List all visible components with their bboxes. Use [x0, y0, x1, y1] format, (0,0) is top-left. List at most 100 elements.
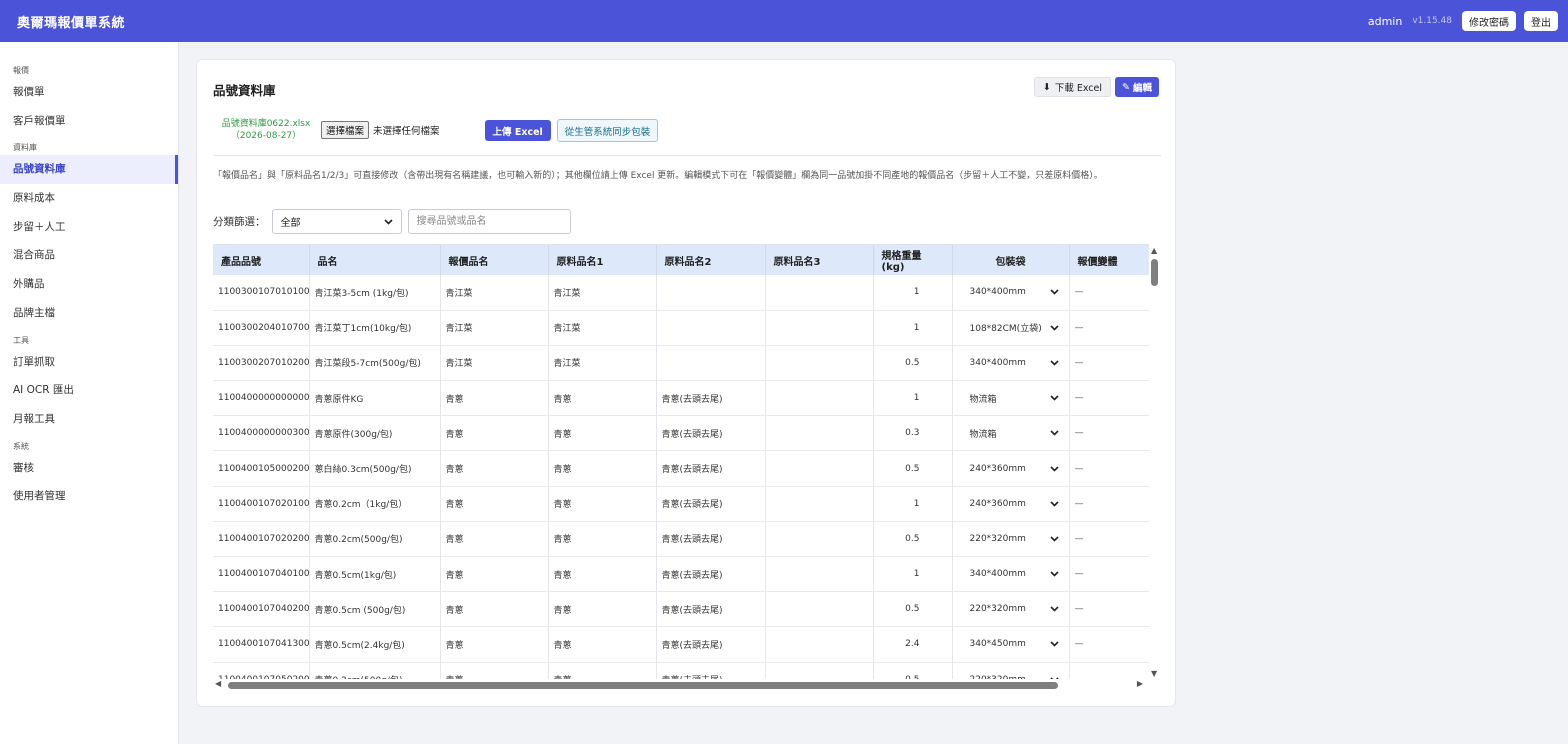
- material-name-2-cell[interactable]: [656, 345, 766, 382]
- material-name-3-cell[interactable]: [765, 626, 874, 663]
- material-name-1-cell[interactable]: 青蔥: [548, 415, 657, 452]
- material-name-2-cell[interactable]: 青蔥(去頭去尾): [656, 486, 766, 522]
- material-name-3-cell[interactable]: [765, 556, 874, 593]
- material-name-2-cell[interactable]: 青蔥(去頭去尾): [656, 380, 766, 417]
- material-name-2-cell[interactable]: 青蔥(去頭去尾): [656, 415, 766, 452]
- sync-packaging-button[interactable]: 從生管系統同步包裝: [556, 119, 659, 142]
- category-filter-select[interactable]: 全部: [271, 209, 402, 234]
- material-name-1-cell[interactable]: 青蔥: [548, 662, 657, 679]
- choose-file-button[interactable]: 選擇檔案: [321, 121, 370, 139]
- packaging-select[interactable]: 220*320mm: [958, 534, 1064, 544]
- change-password-button[interactable]: 修改密碼: [1462, 11, 1516, 31]
- material-name-2-cell[interactable]: 青蔥(去頭去尾): [656, 521, 766, 558]
- material-name-2-cell[interactable]: 青蔥(去頭去尾): [656, 556, 766, 593]
- packaging-select[interactable]: 物流箱: [958, 392, 1064, 405]
- sidebar-item[interactable]: 混合商品: [0, 241, 178, 270]
- packaging-select[interactable]: 220*320mm: [958, 604, 1064, 614]
- packaging-select[interactable]: 340*400mm: [958, 358, 1064, 368]
- material-name-3-cell[interactable]: [765, 521, 874, 558]
- quote-name-cell[interactable]: 青蔥: [440, 380, 549, 417]
- column-header: 報價品名: [440, 245, 549, 275]
- product-code-cell: 1100300107010100: [213, 275, 310, 311]
- scroll-down-icon[interactable]: ▼: [1151, 669, 1157, 678]
- material-name-3-cell[interactable]: [765, 275, 874, 311]
- sidebar-item[interactable]: 月報工具: [0, 405, 178, 434]
- sidebar-item[interactable]: 步留＋人工: [0, 213, 178, 242]
- scroll-left-icon[interactable]: ◀: [215, 679, 221, 688]
- upload-excel-button[interactable]: 上傳 Excel: [484, 120, 551, 141]
- packaging-select[interactable]: 240*360mm: [958, 464, 1064, 474]
- sidebar-item[interactable]: 外購品: [0, 270, 178, 299]
- quote-name-cell[interactable]: 青蔥: [440, 450, 549, 487]
- quote-name-cell[interactable]: 青蔥: [440, 556, 549, 593]
- packaging-cell: 340*450mm: [952, 626, 1070, 663]
- pencil-icon: ✎: [1122, 81, 1130, 93]
- material-name-3-cell[interactable]: [765, 380, 874, 417]
- vertical-scroll-thumb[interactable]: [1151, 259, 1158, 286]
- quote-name-cell[interactable]: 青江菜: [440, 275, 549, 311]
- download-excel-button[interactable]: ⬇ 下載 Excel: [1033, 77, 1112, 97]
- product-code-cell: 1100400107020100: [213, 486, 310, 522]
- quote-name-cell[interactable]: 青蔥: [440, 662, 549, 679]
- quote-name-cell[interactable]: 青蔥: [440, 521, 549, 558]
- edit-button[interactable]: ✎ 編輯: [1115, 77, 1159, 97]
- packaging-select[interactable]: 物流箱: [958, 427, 1064, 440]
- sidebar-item[interactable]: 原料成本: [0, 184, 178, 213]
- scroll-right-icon[interactable]: ▶: [1137, 679, 1143, 688]
- material-name-3-cell[interactable]: [765, 450, 874, 487]
- sidebar-item[interactable]: AI OCR 匯出: [0, 376, 178, 405]
- packaging-select[interactable]: 340*400mm: [958, 287, 1064, 297]
- main-card: 品號資料庫 ⬇ 下載 Excel ✎ 編輯 品號資料庫0622.xlsx （20…: [196, 59, 1176, 707]
- quote-name-cell[interactable]: 青蔥: [440, 591, 549, 628]
- material-name-1-cell[interactable]: 青蔥: [548, 626, 657, 663]
- material-name-1-cell[interactable]: 青蔥: [548, 486, 657, 522]
- material-name-2-cell[interactable]: 青蔥(去頭去尾): [656, 450, 766, 487]
- sidebar-item[interactable]: 訂單抓取: [0, 348, 178, 377]
- logout-button[interactable]: 登出: [1524, 11, 1558, 31]
- material-name-2-cell[interactable]: [656, 275, 766, 311]
- material-name-2-cell[interactable]: 青蔥(去頭去尾): [656, 591, 766, 628]
- sidebar-item[interactable]: 審核: [0, 454, 178, 483]
- material-name-2-cell[interactable]: [656, 310, 766, 346]
- material-name-3-cell[interactable]: [765, 662, 874, 679]
- material-name-1-cell[interactable]: 青蔥: [548, 556, 657, 593]
- quote-name-cell[interactable]: 青江菜: [440, 345, 549, 382]
- packaging-select[interactable]: 340*450mm: [958, 639, 1064, 649]
- material-name-1-cell[interactable]: 青蔥: [548, 450, 657, 487]
- packaging-value: 物流箱: [969, 394, 997, 405]
- product-name-cell: 青蔥0.3cm(500g/包): [309, 662, 441, 679]
- sidebar-item[interactable]: 使用者管理: [0, 482, 178, 511]
- material-name-3-cell[interactable]: [765, 591, 874, 628]
- quote-name-cell[interactable]: 青蔥: [440, 626, 549, 663]
- quote-name-cell[interactable]: 青江菜: [440, 310, 549, 346]
- sidebar-item[interactable]: 品號資料庫: [0, 155, 178, 185]
- product-name-cell: 青蔥0.5cm(2.4kg/包): [309, 626, 441, 663]
- scroll-up-icon[interactable]: ▲: [1151, 246, 1157, 255]
- vertical-scrollbar[interactable]: ▲ ▼: [1149, 244, 1161, 680]
- sidebar-item[interactable]: 客戶報價單: [0, 107, 178, 136]
- material-name-1-cell[interactable]: 青江菜: [548, 275, 657, 311]
- column-header: 報價變體: [1069, 245, 1149, 275]
- packaging-select[interactable]: 108*82CM(立袋): [958, 321, 1064, 334]
- sidebar-item[interactable]: 報價單: [0, 78, 178, 107]
- material-name-3-cell[interactable]: [765, 345, 874, 382]
- material-name-1-cell[interactable]: 青蔥: [548, 591, 657, 628]
- material-name-3-cell[interactable]: [765, 415, 874, 452]
- material-name-1-cell[interactable]: 青蔥: [548, 380, 657, 417]
- material-name-1-cell[interactable]: 青江菜: [548, 345, 657, 382]
- material-name-3-cell[interactable]: [765, 486, 874, 522]
- material-name-2-cell[interactable]: 青蔥(去頭去尾): [656, 662, 766, 679]
- sidebar-item[interactable]: 品牌主檔: [0, 299, 178, 328]
- material-name-1-cell[interactable]: 青江菜: [548, 310, 657, 346]
- packaging-cell: 物流箱: [952, 380, 1070, 417]
- horizontal-scrollbar[interactable]: ◀ ▶: [213, 679, 1149, 691]
- packaging-select[interactable]: 240*360mm: [958, 499, 1064, 509]
- search-input[interactable]: [407, 209, 571, 234]
- quote-name-cell[interactable]: 青蔥: [440, 415, 549, 452]
- quote-name-cell[interactable]: 青蔥: [440, 486, 549, 522]
- material-name-2-cell[interactable]: 青蔥(去頭去尾): [656, 626, 766, 663]
- horizontal-scroll-thumb[interactable]: [228, 682, 1058, 689]
- material-name-1-cell[interactable]: 青蔥: [548, 521, 657, 558]
- material-name-3-cell[interactable]: [765, 310, 874, 346]
- packaging-select[interactable]: 340*400mm: [958, 569, 1064, 579]
